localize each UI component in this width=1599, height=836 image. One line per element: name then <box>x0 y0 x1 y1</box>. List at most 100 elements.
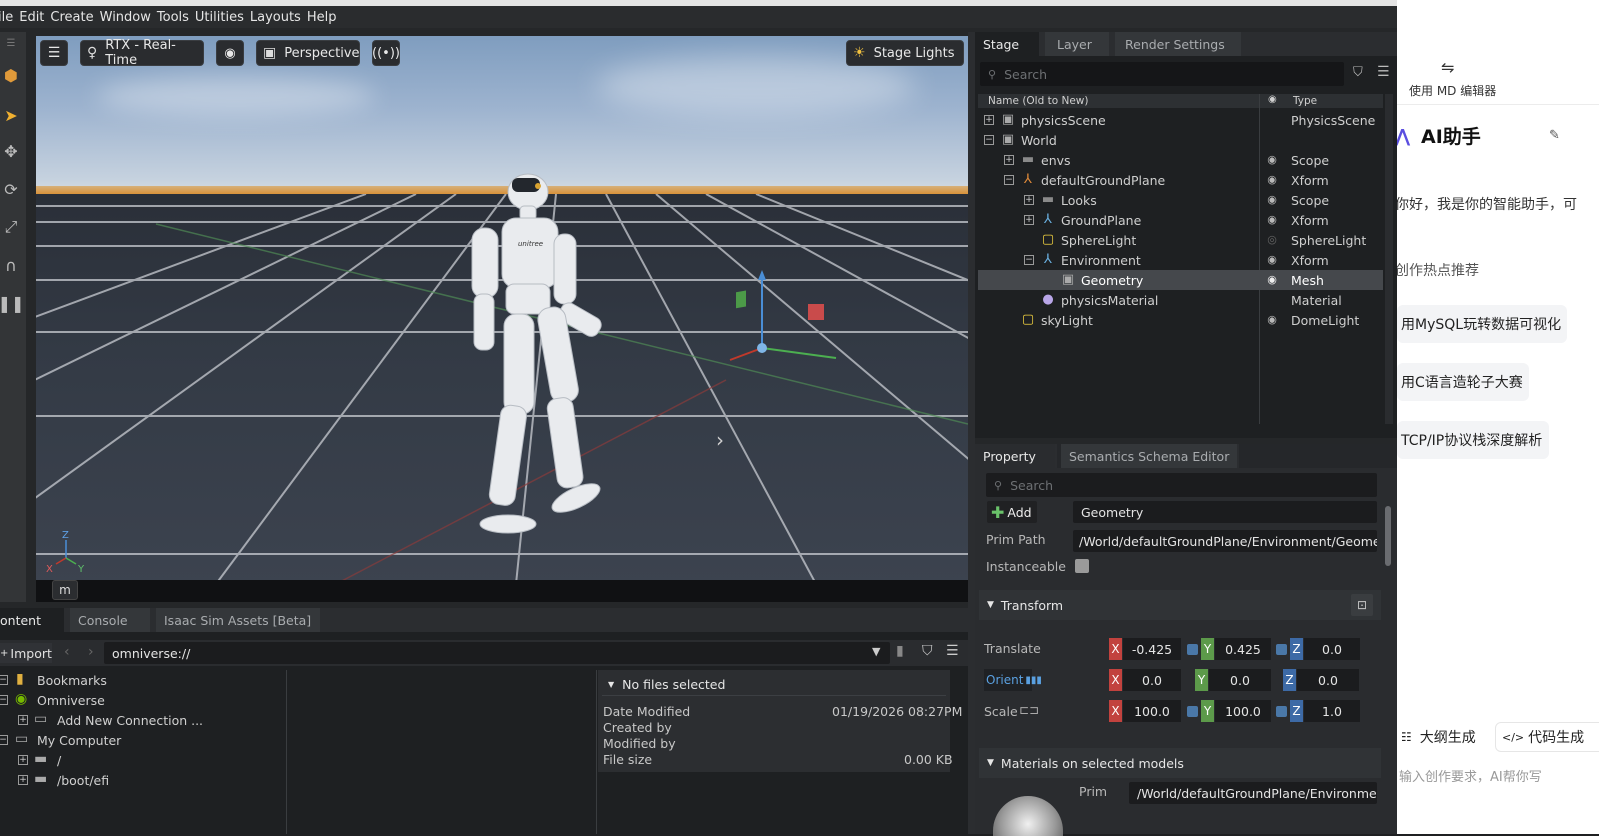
tab-isaac-sim-assets[interactable]: Isaac Sim Assets [Beta] <box>156 608 322 632</box>
expand-icon[interactable]: + <box>1004 155 1014 165</box>
scale-link-icon[interactable]: ⊏⊐ <box>1019 703 1039 717</box>
collapse-icon[interactable]: − <box>0 675 8 685</box>
md-editor-link[interactable]: 使用 MD 编辑器 <box>1409 82 1496 99</box>
property-search-input[interactable]: ⚲ Search <box>986 473 1377 497</box>
menu-create[interactable]: Create <box>50 10 93 25</box>
tree-root-drive[interactable]: + ▬ / <box>0 750 280 770</box>
materials-section-header[interactable]: ▼ Materials on selected models <box>979 748 1381 778</box>
suggestion-chip[interactable]: 用C语言造轮子大赛 <box>1397 363 1529 401</box>
eye-hidden-icon[interactable]: ◎ <box>1264 233 1280 246</box>
col-type-header[interactable]: Type <box>1293 95 1317 107</box>
stage-menu-icon[interactable]: ☰ <box>1377 64 1390 80</box>
collapse-icon[interactable]: − <box>0 735 8 745</box>
transform-gizmo[interactable] <box>726 266 846 376</box>
stage-lights-button[interactable]: ☀ Stage Lights <box>846 40 964 66</box>
menu-layouts[interactable]: Layouts <box>250 10 301 25</box>
collapse-icon[interactable]: − <box>1004 175 1014 185</box>
code-generate-button[interactable]: </> 代码生成 <box>1495 722 1599 752</box>
menu-utilities[interactable]: Utilities <box>195 10 244 25</box>
pin-icon[interactable]: ✎ <box>1549 128 1560 143</box>
property-scrollbar[interactable] <box>1385 506 1391 566</box>
back-arrow-icon[interactable]: ‹ <box>64 644 70 660</box>
translate-x-input[interactable]: -0.425 <box>1123 638 1181 660</box>
stage-row-envs[interactable]: + ▬ envs ◉ Scope <box>978 150 1383 170</box>
menu-tools[interactable]: Tools <box>157 10 189 25</box>
tab-semantics-schema-editor[interactable]: Semantics Schema Editor <box>1061 444 1239 468</box>
content-menu-icon[interactable]: ☰ <box>946 643 959 659</box>
scale-x-input[interactable]: 100.0 <box>1123 700 1181 722</box>
stage-row-looks[interactable]: + ▬ Looks ◉ Scope <box>978 190 1383 210</box>
bookmark-icon[interactable]: ▮ <box>896 643 904 659</box>
splitter[interactable] <box>968 32 975 834</box>
transform-section-header[interactable]: ▼ Transform <box>979 590 1381 620</box>
collapse-icon[interactable]: − <box>1024 255 1034 265</box>
transform-reset-icon[interactable]: ⊡ <box>1351 594 1373 616</box>
prim-path-field[interactable]: /World/defaultGroundPlane/Environment/Ge… <box>1073 530 1377 552</box>
tree-omniverse[interactable]: − ◉ Omniverse <box>0 690 280 710</box>
snap-tool-icon[interactable]: ∩ <box>0 252 22 278</box>
humanoid-robot[interactable]: unitree <box>446 164 646 544</box>
stage-row-physicsscene[interactable]: + ▣ physicsScene PhysicsScene <box>978 110 1383 130</box>
units-badge[interactable]: m <box>52 580 78 600</box>
stage-row-geometry[interactable]: ▣ Geometry ◉ Mesh <box>978 270 1383 290</box>
scale-z-input[interactable]: 1.0 <box>1304 700 1360 722</box>
play-pause-icon[interactable]: ❚❚ <box>0 290 24 316</box>
tab-console[interactable]: Console <box>70 608 152 632</box>
stage-row-skylight[interactable]: ▢ skyLight ◉ DomeLight <box>978 310 1383 330</box>
eye-icon[interactable]: ◉ <box>1264 173 1280 186</box>
import-button[interactable]: + Import <box>0 643 52 663</box>
filter-icon[interactable]: ⛉ <box>1353 65 1363 80</box>
eye-icon[interactable]: ◉ <box>1264 153 1280 166</box>
move-tool-icon[interactable]: ✥ <box>0 138 22 164</box>
stage-row-environment[interactable]: − ⅄ Environment ◉ Xform <box>978 250 1383 270</box>
stage-scrollbar[interactable] <box>1385 94 1393 424</box>
tab-property[interactable]: Property <box>975 444 1057 468</box>
stage-row-defaultgroundplane[interactable]: − ⅄ defaultGroundPlane ◉ Xform <box>978 170 1383 190</box>
orient-x-input[interactable]: 0.0 <box>1123 669 1181 691</box>
menu-edit[interactable]: Edit <box>19 10 44 25</box>
orient-z-input[interactable]: 0.0 <box>1297 669 1359 691</box>
link-icon[interactable] <box>1276 644 1287 655</box>
forward-arrow-icon[interactable]: › <box>88 644 94 660</box>
expand-icon[interactable]: + <box>1024 195 1034 205</box>
path-input[interactable]: omniverse:// <box>104 642 890 664</box>
camera-button[interactable]: ▣ Perspective <box>256 40 360 66</box>
scale-y-input[interactable]: 100.0 <box>1215 700 1271 722</box>
rotate-tool-icon[interactable]: ⟳ <box>0 176 22 202</box>
select-tool-icon[interactable]: ➤ <box>0 102 22 128</box>
tree-bookmarks[interactable]: − ▮ Bookmarks <box>0 670 280 690</box>
ai-prompt-input[interactable]: 输入创作要求，AI帮你写 <box>1399 766 1542 785</box>
filter-icon[interactable]: ⛉ <box>922 643 933 659</box>
link-icon[interactable] <box>1276 706 1287 717</box>
scale-tool-icon[interactable]: ⤢ <box>0 214 22 240</box>
prim-name-field[interactable]: Geometry <box>1073 501 1377 523</box>
expand-icon[interactable]: + <box>18 755 28 765</box>
instanceable-checkbox[interactable] <box>1075 559 1089 573</box>
eye-icon[interactable]: ◉ <box>1264 193 1280 206</box>
collapse-icon[interactable]: − <box>0 695 8 705</box>
file-info-header[interactable]: ▼ No files selected <box>602 674 946 696</box>
expand-icon[interactable]: + <box>984 115 994 125</box>
stage-row-world[interactable]: − ▣ World <box>978 130 1383 150</box>
broadcast-button[interactable]: ((•)) <box>372 40 400 66</box>
chevron-right-icon[interactable]: › <box>716 428 724 452</box>
create-prim-icon[interactable]: ⬢ <box>0 62 22 88</box>
eye-icon[interactable]: ◉ <box>1264 313 1280 326</box>
stage-row-physicsmaterial[interactable]: ● physicsMaterial Material <box>978 290 1383 310</box>
eye-icon[interactable]: ◉ <box>1264 273 1280 286</box>
eye-icon[interactable]: ◉ <box>1268 94 1277 105</box>
stage-row-spherelight[interactable]: ▢ SphereLight ◎ SphereLight <box>978 230 1383 250</box>
material-prim-field[interactable]: /World/defaultGroundPlane/Environment/ <box>1129 782 1377 804</box>
col-name-header[interactable]: Name (Old to New) <box>988 95 1088 107</box>
expand-icon[interactable]: + <box>18 715 28 725</box>
swap-icon[interactable]: ⇋ <box>1441 58 1454 77</box>
suggestion-chip[interactable]: TCP/IP协议栈深度解析 <box>1397 421 1549 459</box>
menu-window[interactable]: Window <box>100 10 151 25</box>
viewport-settings-button[interactable]: ☰ <box>40 40 68 66</box>
eye-icon[interactable]: ◉ <box>1264 253 1280 266</box>
outline-generate-button[interactable]: ☷ 大纲生成 <box>1397 722 1491 752</box>
menu-file[interactable]: ile <box>0 10 13 25</box>
expand-icon[interactable]: + <box>18 775 28 785</box>
suggestion-chip[interactable]: 用MySQL玩转数据可视化 <box>1397 305 1567 343</box>
translate-z-input[interactable]: 0.0 <box>1304 638 1360 660</box>
